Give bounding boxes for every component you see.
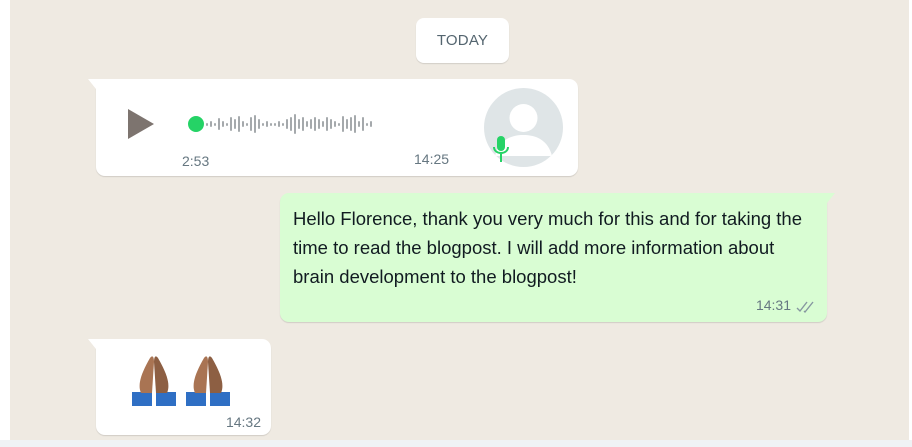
waveform-bar [270,122,272,126]
waveform-bar [354,115,356,133]
message-time: 14:32 [225,414,261,430]
outgoing-text-message[interactable]: Hello Florence, thank you very much for … [280,193,835,322]
waveform-bar [346,119,348,129]
waveform-bar [306,121,308,127]
waveform-bar [318,119,320,129]
waveform-bar [214,122,216,126]
waveform-bar [290,117,292,131]
waveform-bar [266,121,268,127]
waveform-bar [350,117,352,131]
voice-message-bubble[interactable]: 2:53 14:25 [88,79,578,176]
folded-hands-emoji [128,352,234,408]
folded-hands-icon [186,356,230,406]
message-time: 14:25 [414,151,450,167]
chat-area[interactable]: TODAY 2:53 14:25 Hello Florence, thank y… [10,0,909,440]
chat-window: TODAY 2:53 14:25 Hello Florence, thank y… [0,0,912,447]
message-time: 14:31 [755,297,791,313]
waveform-bar [286,119,288,129]
waveform-bar [302,117,304,131]
waveform-bar [338,122,340,126]
waveform-bar [238,116,240,132]
playback-position-handle[interactable] [188,116,204,132]
message-text: Hello Florence, thank you very much for … [293,208,803,287]
waveform-bar [358,121,360,127]
waveform-bar [234,119,236,129]
waveform-bar [362,117,364,131]
voice-duration: 2:53 [182,153,210,169]
waveform-bar [206,122,208,126]
date-divider-label: TODAY [436,32,489,49]
waveform-bar [310,119,312,129]
composer-edge [0,440,912,447]
bubble-tail [88,79,96,89]
waveform-bar [326,117,328,131]
waveform-bar [322,121,324,127]
waveform-bar [262,122,264,126]
waveform-bar [334,121,336,127]
waveform-bar [222,121,224,127]
waveform-bar [342,116,344,132]
waveform-bar [246,122,248,126]
waveform-bar [370,121,372,127]
double-check-icon [796,301,814,314]
waveform-bar [314,117,316,131]
waveform-bar [366,122,368,126]
waveform-bar [230,117,232,131]
waveform-icon[interactable] [206,109,451,139]
play-icon[interactable] [128,109,154,139]
waveform-bar [294,114,296,134]
waveform-bar [282,122,284,126]
folded-hands-icon [132,356,176,406]
bubble-tail [88,339,96,349]
date-divider: TODAY [416,18,509,63]
waveform-bar [226,122,228,126]
waveform-bar [254,115,256,133]
waveform-bar [242,121,244,127]
waveform-bar [210,121,212,127]
microphone-icon [493,136,509,162]
waveform-bar [298,119,300,129]
waveform-bar [274,122,276,126]
waveform-bar [278,121,280,127]
bubble-tail [827,193,835,203]
emoji-message-bubble[interactable]: 14:32 [88,339,271,435]
waveform-bar [258,119,260,129]
waveform-bar [218,118,220,130]
waveform-bar [250,117,252,131]
waveform-bar [330,119,332,129]
